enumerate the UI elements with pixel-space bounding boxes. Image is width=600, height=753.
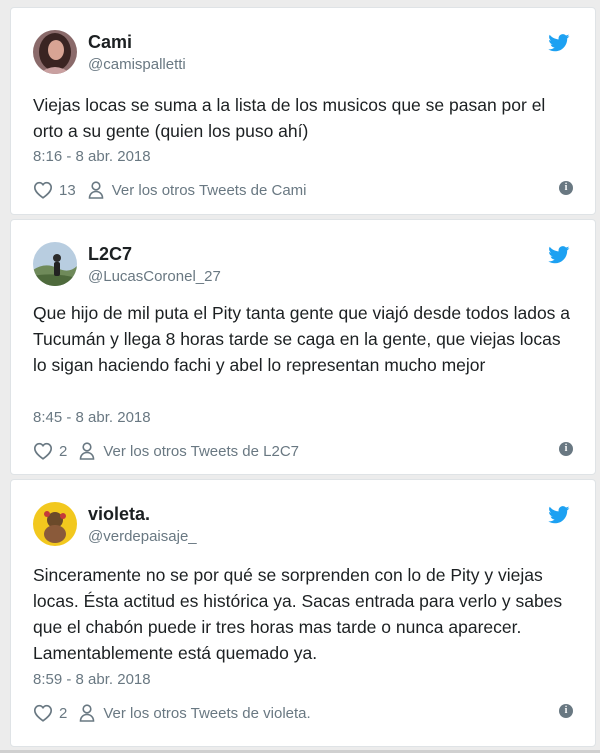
author-handle[interactable]: @verdepaisaje_ [88, 528, 197, 545]
person-icon [88, 181, 103, 199]
info-icon[interactable]: i [559, 442, 573, 456]
author-handle[interactable]: @LucasCoronel_27 [88, 268, 221, 285]
person-icon [80, 442, 95, 460]
person-icon [80, 704, 95, 722]
tweet-actions: 13 Ver los otros Tweets de Cami i [33, 178, 573, 202]
avatar[interactable] [33, 30, 77, 74]
avatar[interactable] [33, 502, 77, 546]
more-tweets-link[interactable]: Ver los otros Tweets de L2C7 [103, 443, 299, 460]
like-count[interactable]: 13 [59, 182, 76, 199]
more-tweets-link[interactable]: Ver los otros Tweets de violeta. [103, 705, 310, 722]
tweet-feed: Cami @camispalletti Viejas locas se suma… [0, 0, 600, 753]
heart-icon[interactable] [33, 442, 53, 460]
twitter-bird-icon[interactable] [548, 246, 570, 264]
heart-icon[interactable] [33, 181, 53, 199]
tweet-text: Sinceramente no se por qué se sorprenden… [33, 565, 563, 663]
like-count[interactable]: 2 [59, 443, 67, 460]
twitter-bird-icon[interactable] [548, 506, 570, 524]
avatar[interactable] [33, 242, 77, 286]
author-name[interactable]: Cami [88, 32, 132, 53]
tweet-timestamp[interactable]: 8:59 - 8 abr. 2018 [33, 671, 151, 688]
tweet-text: Viejas locas se suma a la lista de los m… [33, 95, 546, 141]
tweet-card: Cami @camispalletti Viejas locas se suma… [10, 7, 596, 215]
tweet-card: violeta. @verdepaisaje_ Sinceramente no … [10, 479, 596, 747]
tweet-timestamp[interactable]: 8:16 - 8 abr. 2018 [33, 148, 151, 165]
like-count[interactable]: 2 [59, 705, 67, 722]
twitter-bird-icon[interactable] [548, 34, 570, 52]
tweet-text: Que hijo de mil puta el Pity tanta gente… [33, 303, 571, 375]
tweet-card: L2C7 @LucasCoronel_27 Que hijo de mil pu… [10, 219, 596, 475]
author-name[interactable]: L2C7 [88, 244, 132, 265]
heart-icon[interactable] [33, 704, 53, 722]
more-tweets-link[interactable]: Ver los otros Tweets de Cami [112, 182, 307, 199]
tweet-actions: 2 Ver los otros Tweets de L2C7 i [33, 439, 573, 463]
author-name[interactable]: violeta. [88, 504, 150, 525]
info-icon[interactable]: i [559, 181, 573, 195]
tweet-actions: 2 Ver los otros Tweets de violeta. i [33, 701, 573, 725]
author-handle[interactable]: @camispalletti [88, 56, 186, 73]
info-icon[interactable]: i [559, 704, 573, 718]
tweet-timestamp[interactable]: 8:45 - 8 abr. 2018 [33, 409, 151, 426]
